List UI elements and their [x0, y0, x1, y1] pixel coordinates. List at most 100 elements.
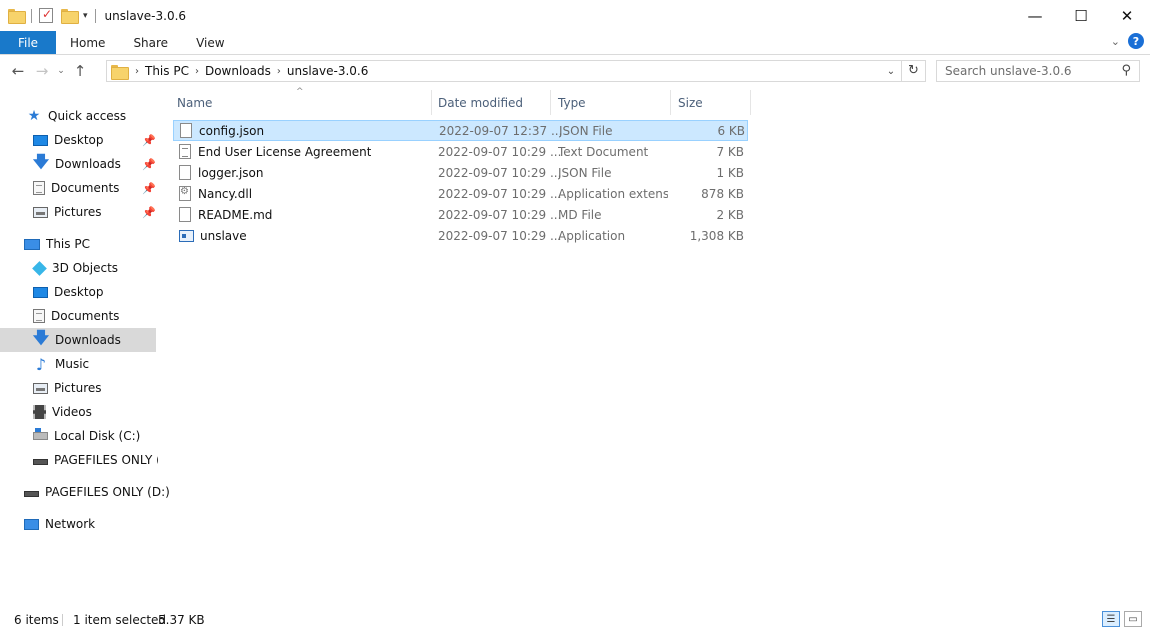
search-icon[interactable]: ⚲ [1121, 63, 1131, 78]
help-icon[interactable]: ? [1128, 33, 1144, 49]
pictures-icon [33, 206, 48, 218]
breadcrumb-separator[interactable]: › [195, 66, 199, 77]
recent-locations-button[interactable]: ⌄ [54, 66, 68, 76]
expand-ribbon-chevron-icon[interactable]: ⌄ [1111, 35, 1120, 48]
minimize-button[interactable]: — [1012, 0, 1058, 31]
file-name: logger.json [198, 165, 264, 180]
file-size: 1,308 KB [689, 228, 744, 243]
pin-icon: 📌 [142, 205, 156, 219]
large-icons-view-icon: ▭ [1128, 613, 1138, 625]
sidebar-item-3d-objects[interactable]: 3D Objects [0, 256, 158, 280]
desktop-icon [33, 286, 48, 298]
sidebar-item-label: Quick access [48, 109, 127, 123]
maximize-button[interactable]: ☐ [1058, 0, 1104, 31]
file-size: 2 KB [716, 207, 744, 222]
file-type: JSON File [559, 123, 613, 138]
search-box: ⚲ [936, 60, 1140, 82]
file-size: 6 KB [717, 123, 745, 138]
breadcrumb-current-folder[interactable]: unslave-3.0.6 [287, 64, 369, 78]
sidebar-item-downloads[interactable]: 🡇 Downloads 📌 [0, 152, 158, 176]
downloads-icon: 🡇 [32, 151, 50, 171]
file-date: 2022-09-07 10:29 ... [438, 207, 562, 222]
navigation-bar: ← → ⌄ ↑ › This PC › Downloads › unslave-… [0, 55, 1150, 87]
address-bar[interactable]: › This PC › Downloads › unslave-3.0.6 ⌄ … [106, 60, 926, 82]
sidebar-item-pictures-pc[interactable]: Pictures [0, 376, 158, 400]
tab-view[interactable]: View [182, 31, 238, 54]
file-type: Application [558, 228, 626, 243]
sidebar-item-label: This PC [46, 237, 90, 251]
details-view-button[interactable]: ☰ [1102, 611, 1120, 627]
selection-count: 1 item selected [73, 613, 167, 627]
sidebar-item-pictures[interactable]: Pictures 📌 [0, 200, 158, 224]
sidebar-item-label: Videos [52, 405, 92, 419]
column-header-name[interactable]: Name [172, 90, 432, 115]
address-history-chevron-icon[interactable]: ⌄ [881, 66, 901, 77]
file-icon [180, 123, 192, 138]
sidebar-item-label: Music [55, 357, 90, 371]
view-toggle: ☰ ▭ [1102, 611, 1142, 627]
back-button[interactable]: ← [6, 62, 30, 80]
column-header-date-modified[interactable]: Date modified [433, 90, 551, 115]
tab-share[interactable]: Share [119, 31, 182, 54]
sidebar-item-pagefiles-root[interactable]: PAGEFILES ONLY (D:) [0, 480, 170, 504]
sidebar-item-network[interactable]: Network [0, 512, 158, 536]
close-button[interactable]: ✕ [1104, 0, 1150, 31]
sidebar-item-music[interactable]: ♪ Music [0, 352, 158, 376]
file-name: unslave [200, 228, 247, 243]
up-button[interactable]: ↑ [68, 62, 92, 80]
properties-icon[interactable] [39, 7, 53, 23]
sidebar-item-label: Downloads [55, 157, 121, 171]
sidebar-item-pagefiles-drive[interactable]: PAGEFILES ONLY (D [0, 448, 158, 472]
file-type: JSON File [558, 165, 612, 180]
selection-size: 5.37 KB [158, 613, 205, 627]
file-row[interactable]: unslave 2022-09-07 10:29 ... Application… [173, 225, 748, 246]
3d-objects-icon [32, 260, 47, 276]
file-row[interactable]: logger.json 2022-09-07 10:29 ... JSON Fi… [173, 162, 748, 183]
downloads-icon: 🡇 [32, 327, 50, 347]
pin-icon: 📌 [142, 181, 156, 195]
breadcrumb-downloads[interactable]: Downloads [205, 64, 271, 78]
breadcrumb-this-pc[interactable]: This PC [145, 64, 189, 78]
sidebar-item-this-pc[interactable]: This PC [0, 232, 158, 256]
search-input[interactable] [945, 62, 1121, 80]
sidebar-item-label: Local Disk (C:) [54, 429, 141, 443]
breadcrumb-separator[interactable]: › [277, 66, 281, 77]
file-row[interactable]: config.json 2022-09-07 12:37 ... JSON Fi… [173, 120, 748, 141]
sidebar-item-label: Network [45, 517, 96, 531]
file-size: 7 KB [716, 144, 744, 159]
status-bar: 6 items 1 item selected 5.37 KB ☰ ▭ [0, 608, 1150, 632]
sidebar-item-desktop[interactable]: Desktop 📌 [0, 128, 158, 152]
drive-icon [33, 459, 48, 465]
refresh-button[interactable]: ↻ [901, 61, 925, 81]
file-row[interactable]: README.md 2022-09-07 10:29 ... MD File 2… [173, 204, 748, 225]
file-size: 1 KB [716, 165, 744, 180]
folder-icon[interactable] [8, 9, 26, 24]
file-row[interactable]: End User License Agreement 2022-09-07 10… [173, 141, 748, 162]
sidebar-item-desktop-pc[interactable]: Desktop [0, 280, 158, 304]
sidebar-item-documents[interactable]: Documents 📌 [0, 176, 158, 200]
file-date: 2022-09-07 10:29 ... [438, 186, 562, 201]
large-icons-view-button[interactable]: ▭ [1124, 611, 1142, 627]
sidebar-item-videos[interactable]: Videos [0, 400, 158, 424]
new-folder-icon[interactable] [61, 9, 79, 24]
status-divider [62, 614, 63, 626]
sidebar-item-local-disk[interactable]: Local Disk (C:) [0, 424, 158, 448]
customize-toolbar-chevron-icon[interactable]: ▾ [83, 11, 88, 21]
toolbar-divider [31, 8, 32, 23]
address-bar-controls: ⌄ ↻ [881, 61, 925, 81]
desktop-icon [33, 134, 48, 146]
sidebar-item-label: Pictures [54, 381, 102, 395]
sidebar-item-downloads-pc[interactable]: 🡇 Downloads [0, 328, 156, 352]
file-row[interactable]: Nancy.dll 2022-09-07 10:29 ... Applicati… [173, 183, 748, 204]
item-count: 6 items [14, 613, 59, 627]
tab-file[interactable]: File [0, 31, 56, 54]
forward-button[interactable]: → [30, 62, 54, 80]
navigation-pane: ★ Quick access Desktop 📌 🡇 Downloads 📌 D… [0, 104, 170, 594]
column-header-type[interactable]: Type [553, 90, 671, 115]
file-type: MD File [558, 207, 602, 222]
column-header-size[interactable]: Size [673, 90, 751, 115]
sidebar-item-quick-access[interactable]: ★ Quick access [0, 104, 158, 128]
sidebar-item-documents-pc[interactable]: Documents [0, 304, 158, 328]
tab-home[interactable]: Home [56, 31, 119, 54]
file-type: Application extens... [558, 186, 668, 201]
